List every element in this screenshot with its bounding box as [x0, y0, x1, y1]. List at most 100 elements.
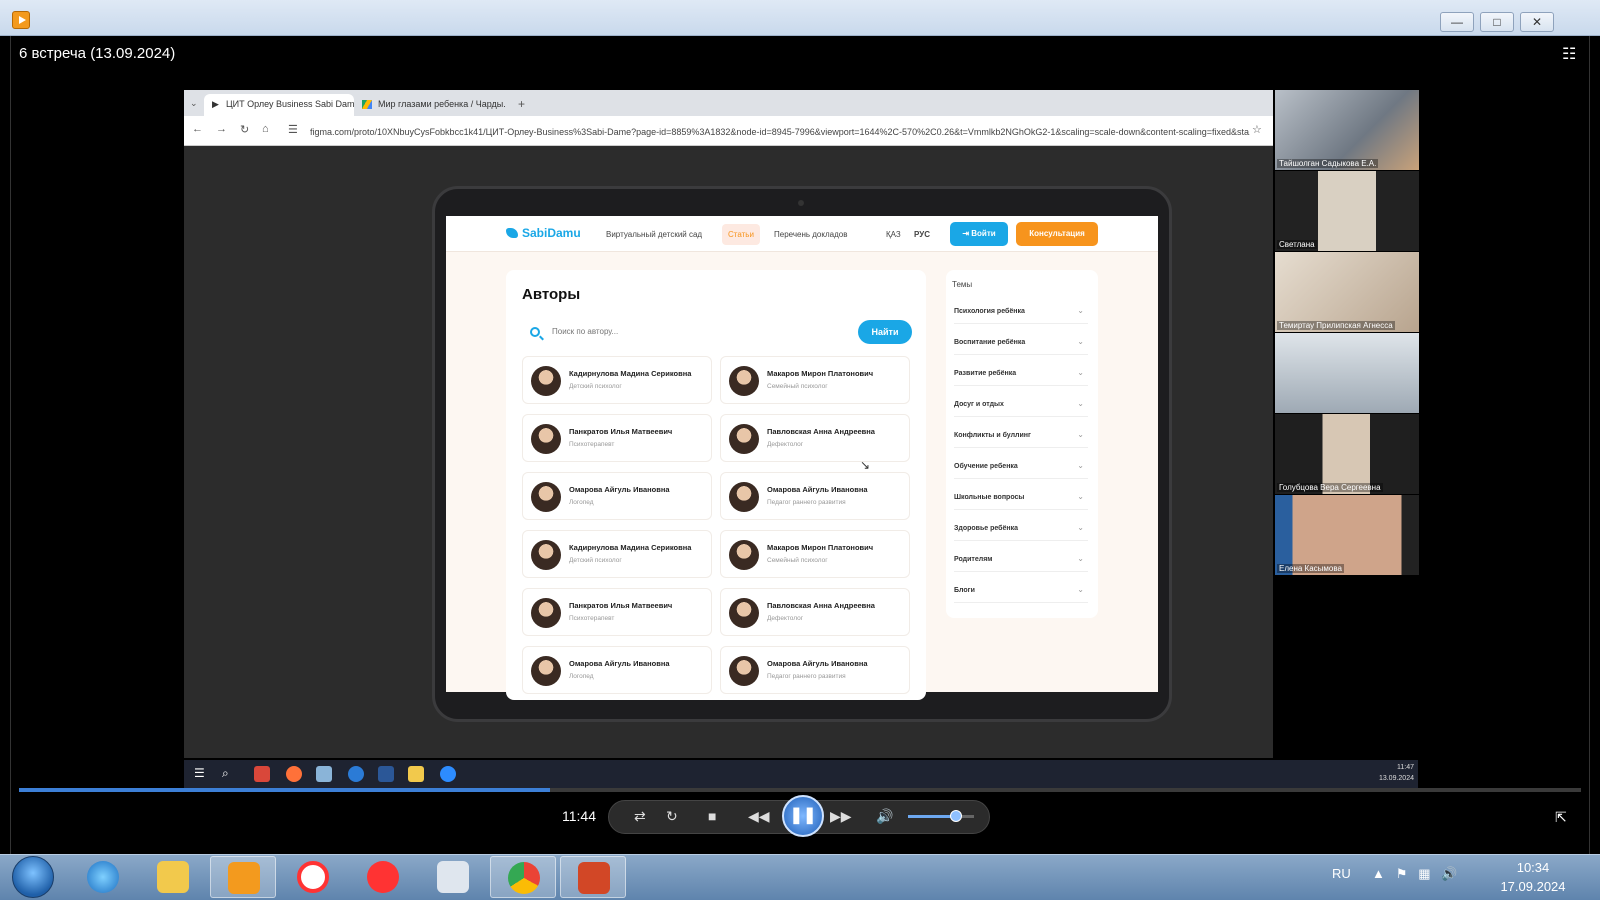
yandex-browser-icon [297, 861, 329, 893]
pause-icon[interactable]: ❚❚ [782, 795, 824, 837]
login-label: Войти [971, 229, 996, 238]
volume-knob[interactable] [949, 810, 962, 822]
volume-icon[interactable]: 🔊 [876, 808, 893, 825]
author-name: Омарова Айгуль Ивановна [569, 485, 670, 494]
topic-item[interactable]: Обучение ребенка ⌄ [954, 455, 1088, 479]
browser-tab[interactable]: Мир глазами ребенка / Чарды... [356, 94, 506, 116]
topic-item[interactable]: Конфликты и буллинг ⌄ [954, 424, 1088, 448]
address-input[interactable]: figma.com/proto/10XNbuyCysFobkbcc1k41/ЦИ… [310, 127, 1250, 137]
author-name: Панкратов Илья Матвеевич [569, 601, 673, 610]
nav-link-reports[interactable]: Перечень докладов [774, 230, 847, 239]
taskbar-calculator[interactable] [420, 856, 486, 898]
taskbar-powerpoint[interactable] [560, 856, 626, 898]
topic-item[interactable]: Воспитание ребёнка ⌄ [954, 331, 1088, 355]
remote-folder-icon[interactable] [408, 766, 424, 782]
author-card[interactable]: Панкратов Илья Матвеевич Психотерапевт [522, 588, 712, 636]
remote-search-icon[interactable]: ⌕ [222, 766, 238, 782]
taskbar-explorer[interactable] [140, 856, 206, 898]
author-card[interactable]: Макаров Мирон Платонович Семейный психоло… [720, 356, 910, 404]
topic-item[interactable]: Школьные вопросы ⌄ [954, 486, 1088, 510]
author-card[interactable]: Омарова Айгуль Ивановна Педагог раннего р… [720, 472, 910, 520]
remote-app-icon[interactable] [316, 766, 332, 782]
remote-firefox-icon[interactable] [286, 766, 302, 782]
repeat-icon[interactable]: ↻ [666, 808, 678, 825]
topic-label: Конфликты и буллинг [954, 432, 1031, 439]
participant-tile[interactable]: Елена Касымова [1275, 495, 1419, 575]
lang-kaz[interactable]: ҚАЗ [886, 230, 901, 239]
fast-forward-icon[interactable]: ▶▶ [830, 808, 852, 825]
taskbar-chrome[interactable] [490, 856, 556, 898]
nav-link-articles[interactable]: Статьи [722, 224, 760, 245]
author-card[interactable]: Панкратов Илья Матвеевич Психотерапевт [522, 414, 712, 462]
participant-video [1275, 333, 1419, 413]
site-logo[interactable]: SabiDamu [522, 226, 581, 240]
taskbar-yandex[interactable] [350, 856, 416, 898]
rewind-icon[interactable]: ◀◀ [748, 808, 770, 825]
author-card[interactable]: Павловская Анна Андреевна Дефектолог [720, 414, 910, 462]
remote-zoom-icon[interactable] [440, 766, 456, 782]
participant-tile[interactable]: Голубцова Вера Сергеевна [1275, 414, 1419, 494]
author-card[interactable]: Макаров Мирон Платонович Семейный психоло… [720, 530, 910, 578]
browser-tab-active[interactable]: ▶ ЦИТ Орлеу Business Sabi Dam... [204, 94, 354, 116]
author-card[interactable]: Омарова Айгуль Ивановна Логопед [522, 472, 712, 520]
fullscreen-icon[interactable]: ⇱ [1555, 809, 1567, 826]
network-icon[interactable]: ▦ [1418, 866, 1430, 881]
remote-chrome-icon[interactable] [254, 766, 270, 782]
search-button[interactable]: Найти [858, 320, 912, 344]
topic-item[interactable]: Блоги ⌄ [954, 579, 1088, 603]
system-clock[interactable]: 10:34 17.09.2024 [1488, 858, 1578, 896]
input-language[interactable]: RU [1332, 866, 1351, 881]
avatar [729, 482, 759, 512]
taskbar-yandex-browser[interactable] [280, 856, 346, 898]
stop-icon[interactable]: ■ [708, 808, 716, 824]
taskbar-player[interactable] [210, 856, 276, 898]
lang-rus[interactable]: РУС [914, 230, 930, 239]
participant-tile[interactable]: Темиртау Прилипская Агнесса [1275, 252, 1419, 332]
participant-tile[interactable]: Тайшолган Садыкова Е.А. [1275, 90, 1419, 170]
topic-item[interactable]: Психология ребёнка ⌄ [954, 300, 1088, 324]
topic-item[interactable]: Здоровье ребёнка ⌄ [954, 517, 1088, 541]
system-tray[interactable]: ▲ ⚑ ▦ 🔊 [1372, 866, 1458, 882]
participant-tile[interactable]: Светлана [1275, 171, 1419, 251]
author-search-input[interactable] [552, 322, 842, 340]
flag-icon[interactable]: ⚑ [1396, 866, 1408, 881]
home-icon[interactable]: ⌂ [262, 123, 269, 135]
author-role: Педагог раннего развития [767, 673, 846, 680]
nav-link-kindergarten[interactable]: Виртуальный детский сад [606, 230, 702, 239]
remote-telegram-icon[interactable] [348, 766, 364, 782]
volume-tray-icon[interactable]: 🔊 [1441, 866, 1457, 881]
remote-word-icon[interactable] [378, 766, 394, 782]
author-name: Павловская Анна Андреевна [767, 601, 875, 610]
site-info-icon[interactable]: ☰ [288, 123, 298, 136]
mouse-cursor-icon: ↘ [860, 458, 871, 472]
author-card[interactable]: Кадирнулова Мадина Сериковна Детский псих… [522, 530, 712, 578]
author-card[interactable]: Омарова Айгуль Ивановна Педагог раннего р… [720, 646, 910, 694]
start-button[interactable] [12, 856, 54, 898]
author-name: Кадирнулова Мадина Сериковна [569, 369, 692, 378]
forward-icon[interactable]: → [216, 123, 227, 135]
author-card[interactable]: Омарова Айгуль Ивановна Логопед [522, 646, 712, 694]
minimize-button[interactable]: — [1440, 12, 1474, 32]
author-card[interactable]: Кадирнулова Мадина Сериковна Детский псих… [522, 356, 712, 404]
shuffle-icon[interactable]: ⇄ [634, 808, 646, 825]
close-button[interactable]: ✕ [1520, 12, 1554, 32]
bookmark-star-icon[interactable]: ☆ [1252, 123, 1262, 136]
taskbar-ie[interactable] [70, 856, 136, 898]
tab-list-chevron-icon[interactable]: ⌄ [190, 98, 198, 109]
login-button[interactable]: ⇥ Войти [950, 222, 1008, 246]
consultation-button[interactable]: Консультация [1016, 222, 1098, 246]
topic-item[interactable]: Развитие ребёнка ⌄ [954, 362, 1088, 386]
author-role: Педагог раннего развития [767, 499, 846, 506]
new-tab-button[interactable]: + [518, 97, 525, 111]
remote-start-icon[interactable]: ☰ [194, 766, 210, 782]
participant-tile[interactable] [1275, 333, 1419, 413]
author-card[interactable]: Павловская Анна Андреевна Дефектолог [720, 588, 910, 636]
topic-item[interactable]: Досуг и отдых ⌄ [954, 393, 1088, 417]
topic-item[interactable]: Родителям ⌄ [954, 548, 1088, 572]
back-icon[interactable]: ← [192, 123, 203, 135]
topic-label: Психология ребёнка [954, 308, 1025, 315]
tray-expand-icon[interactable]: ▲ [1372, 866, 1385, 881]
reload-icon[interactable]: ↻ [240, 123, 249, 136]
playlist-icon[interactable]: ☷ [1562, 44, 1580, 63]
maximize-button[interactable]: □ [1480, 12, 1514, 32]
